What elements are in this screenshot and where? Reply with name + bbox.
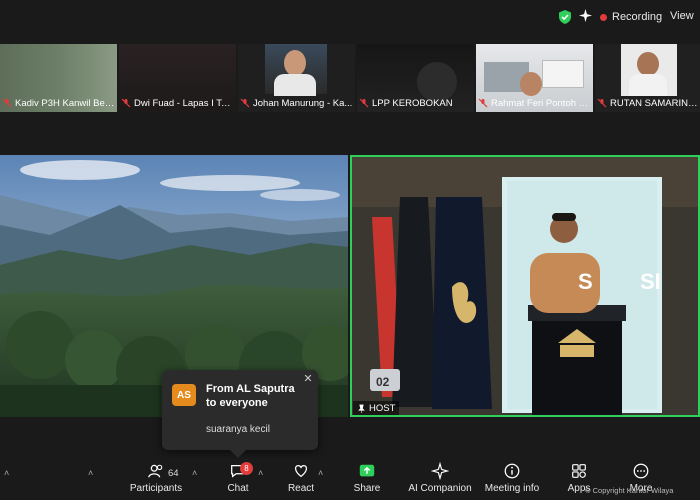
participant-name: Kadiv P3H Kanwil Ben... bbox=[15, 97, 115, 109]
participant-name: RUTAN SAMARINDA bbox=[610, 97, 698, 109]
banner-text: S bbox=[578, 269, 593, 294]
participant-name-bar: RUTAN SAMARINDA bbox=[597, 96, 698, 110]
ai-companion-label: AI Companion bbox=[408, 483, 472, 494]
participant-face bbox=[284, 50, 306, 76]
chat-notification[interactable]: AS From AL Saputra to everyone suaranya … bbox=[162, 370, 318, 458]
participants-icon bbox=[148, 464, 163, 478]
mic-muted-icon bbox=[240, 98, 250, 108]
avatar: AS bbox=[172, 384, 196, 406]
shield-check-icon[interactable] bbox=[557, 9, 573, 25]
participants-label: Participants bbox=[129, 483, 183, 494]
chat-button[interactable]: Chat bbox=[216, 462, 260, 500]
participant-name-bar: Rahmat Feri Pontoh - K... bbox=[478, 96, 591, 110]
view-button[interactable]: View bbox=[670, 10, 694, 22]
banner-text: SI bbox=[640, 269, 661, 294]
participant-strip: Kadiv P3H Kanwil Ben... Dwi Fuad - Lapas… bbox=[0, 44, 700, 112]
participant-tile[interactable]: Johan Manurung - Ka... bbox=[238, 44, 355, 112]
participant-name-bar: Kadiv P3H Kanwil Ben... bbox=[2, 96, 115, 110]
participant-name: Johan Manurung - Ka... bbox=[253, 97, 353, 109]
mic-muted-icon bbox=[359, 98, 369, 108]
chevron-up-icon[interactable]: ˄ bbox=[88, 468, 93, 478]
participant-name-bar: Johan Manurung - Ka... bbox=[240, 96, 353, 110]
react-label: React bbox=[287, 483, 315, 494]
mic-muted-icon bbox=[2, 98, 12, 108]
copyright-watermark: © Copyright Kantor Wilaya bbox=[585, 486, 674, 495]
participant-face bbox=[637, 52, 659, 76]
chat-sender: From AL Saputra to everyone bbox=[206, 383, 295, 409]
chat-message: suaranya kecil bbox=[206, 424, 270, 435]
share-button[interactable]: Share bbox=[347, 462, 387, 500]
video-tile-host[interactable]: S SI 02 bbox=[350, 155, 700, 417]
recording-dot-icon bbox=[600, 13, 607, 21]
pin-icon bbox=[358, 404, 365, 413]
apps-icon bbox=[572, 464, 586, 478]
participant-name-bar: LPP KEROBOKAN bbox=[359, 96, 472, 110]
more-icon bbox=[633, 463, 649, 479]
host-name-tag: HOST bbox=[353, 401, 400, 415]
meeting-info-label: Meeting info bbox=[484, 483, 540, 494]
heart-icon bbox=[294, 464, 308, 478]
participant-face bbox=[520, 72, 542, 96]
chevron-up-icon[interactable]: ˄ bbox=[192, 468, 197, 478]
participant-name: Rahmat Feri Pontoh - K... bbox=[491, 97, 591, 109]
top-bar: Recording View bbox=[0, 0, 700, 36]
share-label: Share bbox=[353, 483, 381, 494]
chat-label: Chat bbox=[227, 483, 249, 494]
ai-sparkle-icon bbox=[431, 462, 449, 480]
participants-count: 64 bbox=[168, 468, 179, 479]
participant-tile[interactable]: LPP KEROBOKAN bbox=[357, 44, 474, 112]
info-icon bbox=[504, 463, 520, 479]
chevron-up-icon[interactable]: ˄ bbox=[4, 468, 9, 478]
host-label: HOST bbox=[369, 402, 396, 414]
participant-name: Dwi Fuad - Lapas I Tan... bbox=[134, 97, 234, 109]
participant-name: LPP KEROBOKAN bbox=[372, 97, 453, 109]
chat-unread-badge: 8 bbox=[240, 462, 253, 475]
react-button[interactable]: React bbox=[281, 462, 321, 500]
participant-tile[interactable]: Dwi Fuad - Lapas I Tan... bbox=[119, 44, 236, 112]
ai-sparkle-icon[interactable] bbox=[578, 8, 593, 23]
chevron-up-icon[interactable]: ˄ bbox=[258, 468, 263, 478]
participant-name-bar: Dwi Fuad - Lapas I Tan... bbox=[121, 96, 234, 110]
participant-tile[interactable]: RUTAN SAMARINDA bbox=[595, 44, 700, 112]
recording-label: Recording bbox=[612, 11, 663, 23]
mic-muted-icon bbox=[597, 98, 607, 108]
participant-tile[interactable]: Kadiv P3H Kanwil Ben... bbox=[0, 44, 117, 112]
podium-number: 02 bbox=[376, 375, 390, 389]
close-icon[interactable]: ✕ bbox=[302, 373, 314, 385]
recording-indicator[interactable]: Recording bbox=[600, 8, 662, 26]
meeting-info-button[interactable]: Meeting info bbox=[481, 462, 543, 500]
ai-companion-button[interactable]: AI Companion bbox=[405, 462, 475, 500]
share-screen-icon bbox=[359, 464, 375, 477]
chevron-up-icon[interactable]: ˄ bbox=[318, 468, 323, 478]
mic-muted-icon bbox=[478, 98, 488, 108]
participant-tile[interactable]: Rahmat Feri Pontoh - K... bbox=[476, 44, 593, 112]
mic-muted-icon bbox=[121, 98, 131, 108]
